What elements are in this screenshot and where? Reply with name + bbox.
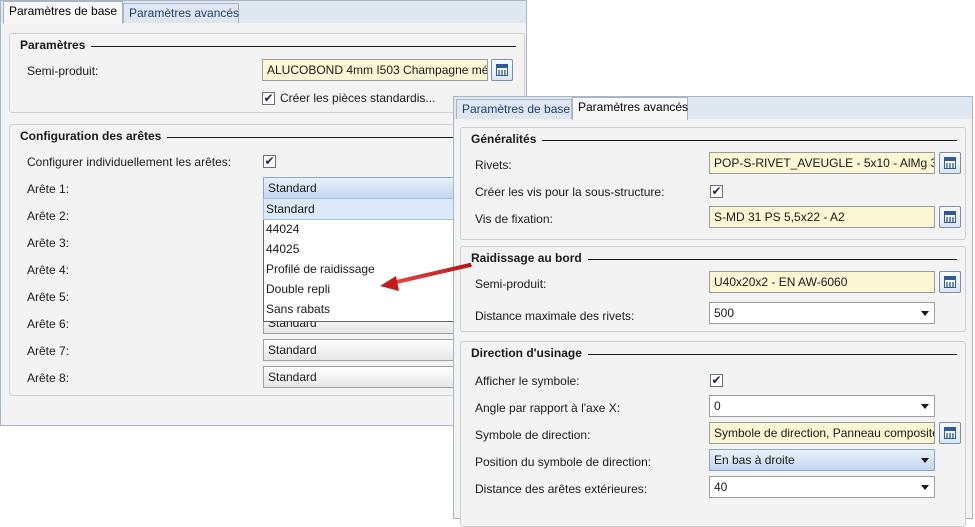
group-title: Direction d'usinage: [471, 346, 588, 360]
group-title: Paramètres: [20, 38, 92, 52]
group-title: Raidissage au bord: [471, 251, 588, 265]
group-title: Configuration des arêtes: [20, 129, 168, 143]
tab-advanced-settings[interactable]: Paramètres avancés: [572, 97, 688, 120]
tab-basic-settings[interactable]: Paramètres de base: [3, 1, 123, 24]
group-title: Généralités: [471, 132, 543, 146]
